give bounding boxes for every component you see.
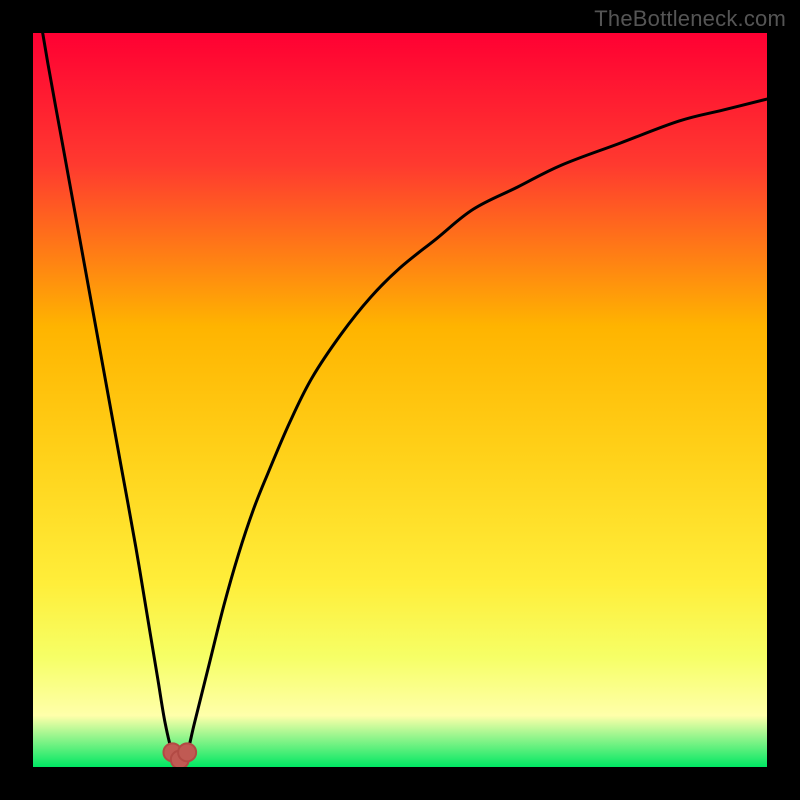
plot-area xyxy=(33,33,767,767)
chart-frame: TheBottleneck.com xyxy=(0,0,800,800)
heatmap-background xyxy=(33,33,767,767)
min-point-right xyxy=(178,743,196,761)
watermark-text: TheBottleneck.com xyxy=(594,6,786,32)
plot-svg xyxy=(33,33,767,767)
